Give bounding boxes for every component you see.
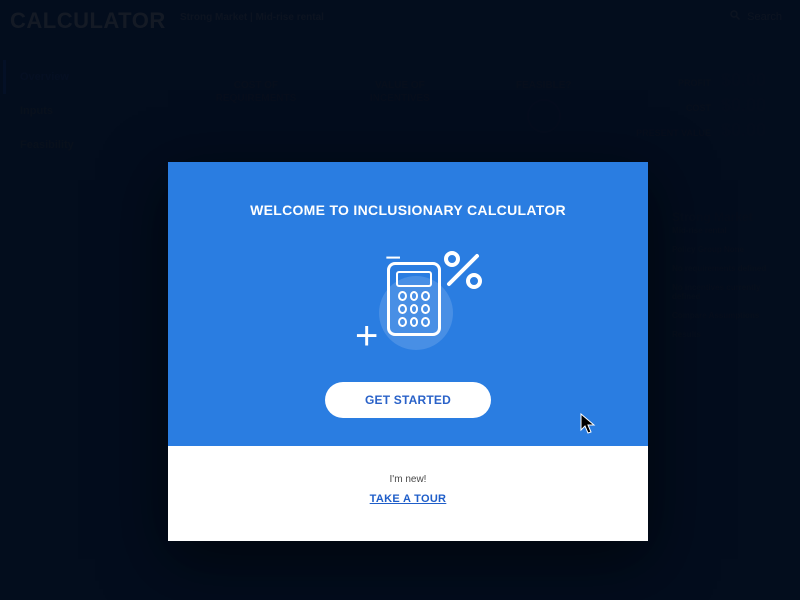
percent-icon: [443, 250, 483, 295]
modal-title: WELCOME TO INCLUSIONARY CALCULATOR: [188, 202, 628, 218]
get-started-button[interactable]: GET STARTED: [325, 382, 491, 418]
welcome-modal: WELCOME TO INCLUSIONARY CALCULATOR − + G…: [168, 162, 648, 541]
plus-icon: +: [355, 316, 378, 356]
modal-footer-lead: I'm new!: [178, 474, 638, 485]
take-a-tour-link[interactable]: TAKE A TOUR: [370, 493, 447, 505]
calculator-icon: [387, 262, 441, 336]
calculator-illustration: − +: [333, 246, 483, 356]
